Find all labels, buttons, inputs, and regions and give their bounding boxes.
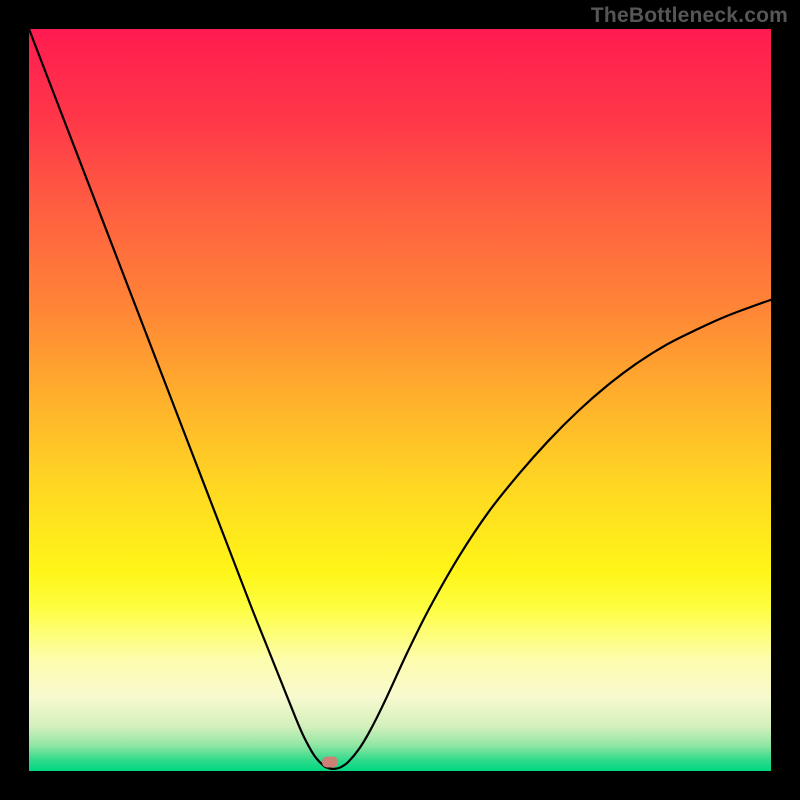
bottleneck-curve <box>29 29 771 771</box>
plot-area <box>29 29 771 771</box>
watermark-text: TheBottleneck.com <box>591 4 788 28</box>
chart-frame: TheBottleneck.com <box>0 0 800 800</box>
minimum-marker <box>322 757 338 768</box>
